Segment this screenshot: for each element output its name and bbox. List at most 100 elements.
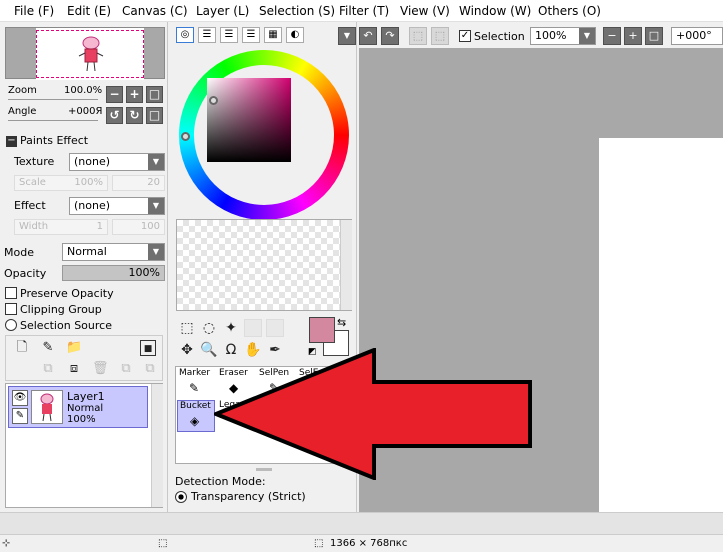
rotate-right-button[interactable]: ↻ [126, 107, 143, 124]
angle-select[interactable]: +000° [671, 27, 723, 45]
eye-icon[interactable]: 👁 [12, 390, 28, 406]
layer-mode: Normal [67, 403, 104, 414]
color-mixer-tab-icon[interactable]: ☰ [242, 27, 260, 43]
chevron-down-icon: ▼ [148, 154, 164, 170]
layer-name: Layer1 [67, 390, 105, 403]
canvas-size-text: 1366 × 768пкс [330, 538, 408, 549]
selection-label: Selection [474, 30, 525, 43]
zoom-select[interactable]: 100% ▼ [530, 27, 596, 45]
scratchpad-tab-icon[interactable]: ◐ [286, 27, 304, 43]
chevron-down-icon: ▼ [148, 198, 164, 214]
layer-opacity: 100% [67, 414, 96, 425]
sv-picker-handle[interactable] [209, 96, 218, 105]
zoom-in-button[interactable]: + [126, 86, 143, 103]
layer-row[interactable]: 👁 ✎ Layer1 Normal 100% [8, 386, 148, 428]
brush-marker[interactable]: Marker ✎ [177, 368, 215, 400]
menu-others[interactable]: Others (O) [538, 4, 601, 18]
rotate-reset-button[interactable]: □ [146, 107, 163, 124]
new-folder-icon[interactable]: 📁 [66, 340, 82, 356]
hsv-slider-tab-icon[interactable]: ☰ [220, 27, 238, 43]
scratch-scrollbar[interactable] [340, 220, 352, 310]
layer-scrollbar[interactable] [151, 384, 163, 507]
layer-mask-icon[interactable]: ■ [140, 340, 156, 356]
zoom-reset-icon[interactable]: □ [645, 27, 663, 45]
width-value: 1 [96, 221, 103, 232]
menu-file[interactable]: File (F) [14, 4, 54, 18]
saturation-value-square[interactable] [207, 78, 291, 162]
zoom-in-icon[interactable]: + [624, 27, 642, 45]
rect-select-icon[interactable]: ⬚ [178, 319, 196, 337]
menu-view[interactable]: View (V) [400, 4, 450, 18]
clipping-group-label: Clipping Group [20, 303, 102, 316]
opacity-slider[interactable]: 100% [62, 265, 165, 281]
texture-select[interactable]: (none) ▼ [69, 153, 165, 171]
mode-label: Mode [4, 246, 34, 259]
clipping-group-checkbox[interactable] [5, 303, 17, 315]
rotate-left-button[interactable]: ↺ [106, 107, 123, 124]
canvas-paper[interactable] [599, 138, 723, 518]
zoom-value: 100.0% [64, 85, 103, 96]
peppa-thumbnail-icon [78, 36, 104, 72]
angle-slider[interactable] [8, 120, 98, 121]
angle-value: +000Я [68, 106, 103, 117]
lock-brush-icon[interactable]: ✎ [12, 408, 28, 424]
invert-selection-icon: ⬚ [431, 27, 449, 45]
new-layer-icon[interactable]: 🗋 [14, 340, 30, 356]
scale-num: 20 [112, 175, 165, 191]
new-linework-layer-icon[interactable]: ✎ [40, 340, 56, 356]
transparency-strict-radio[interactable] [175, 491, 187, 503]
move-icon[interactable]: ✥ [178, 341, 196, 359]
menu-selection[interactable]: Selection (S) [259, 4, 335, 18]
merge-visible-icon: ⧉ [121, 361, 131, 376]
selection-source-label: Selection Source [20, 319, 112, 332]
brush-bucket[interactable]: Bucket ◈ [177, 400, 215, 432]
redo-icon[interactable]: ↷ [381, 27, 399, 45]
selection-checkbox[interactable]: ✓ [459, 30, 471, 42]
menu-filter[interactable]: Filter (T) [339, 4, 389, 18]
blend-mode-value: Normal [67, 245, 107, 258]
effect-label: Effect [14, 199, 46, 212]
preserve-opacity-label: Preserve Opacity [20, 287, 114, 300]
zoom-out-button[interactable]: − [106, 86, 123, 103]
menu-window[interactable]: Window (W) [459, 4, 531, 18]
transfer-down-icon: ⧉ [43, 361, 53, 376]
foreground-color-swatch[interactable] [309, 317, 335, 343]
zoom-out-icon[interactable]: − [603, 27, 621, 45]
canvas-size-icon: ⬚ [314, 538, 324, 549]
scratch-pad[interactable] [176, 219, 352, 311]
color-wheel-tab-icon[interactable]: ◎ [176, 27, 194, 43]
undo-icon[interactable]: ↶ [359, 27, 377, 45]
hue-picker-handle[interactable] [181, 132, 190, 141]
paints-effect-title: Paints Effect [20, 134, 89, 147]
layer-list: 👁 ✎ Layer1 Normal 100% [5, 383, 163, 508]
effect-select[interactable]: (none) ▼ [69, 197, 165, 215]
delete-layer-icon: ⧉ [145, 361, 155, 376]
horizontal-scrollbar[interactable] [0, 512, 723, 534]
menu-dropdown-icon[interactable]: ▼ [338, 27, 356, 45]
merge-down-icon[interactable]: ⧈ [66, 361, 82, 377]
selection-source-radio[interactable] [5, 319, 17, 331]
zoom-slider[interactable] [8, 99, 98, 100]
rgb-slider-tab-icon[interactable]: ☰ [198, 27, 216, 43]
swatches-tab-icon[interactable]: ▦ [264, 27, 282, 43]
zoom-select-value: 100% [535, 29, 567, 42]
collapse-icon[interactable]: − [6, 136, 17, 147]
blend-mode-select[interactable]: Normal ▼ [62, 243, 165, 261]
left-panel: Zoom 100.0% Angle +000Я − + □ ↺ ↻ □ − Pa… [0, 22, 168, 512]
chevron-down-icon: ▼ [579, 28, 595, 44]
menu-canvas[interactable]: Canvas (C) [122, 4, 188, 18]
menu-edit[interactable]: Edit (E) [67, 4, 111, 18]
swap-colors-icon[interactable]: ⇆ [337, 316, 346, 329]
lasso-icon[interactable]: ◌ [200, 319, 218, 337]
preserve-opacity-checkbox[interactable] [5, 287, 17, 299]
zoom-reset-button[interactable]: □ [146, 86, 163, 103]
navigator-preview[interactable] [5, 27, 165, 80]
color-wheel[interactable] [179, 50, 349, 220]
width-field: Width 1 [14, 219, 108, 235]
clear-layer-icon: 🗑 [92, 361, 109, 376]
menu-layer[interactable]: Layer (L) [196, 4, 249, 18]
menu-bar: File (F) Edit (E) Canvas (C) Layer (L) S… [0, 0, 723, 22]
status-move-icon: ⊹ [2, 538, 11, 549]
magic-wand-icon[interactable]: ✦ [222, 319, 240, 337]
transparency-strict-label: Transparency (Strict) [191, 490, 306, 503]
